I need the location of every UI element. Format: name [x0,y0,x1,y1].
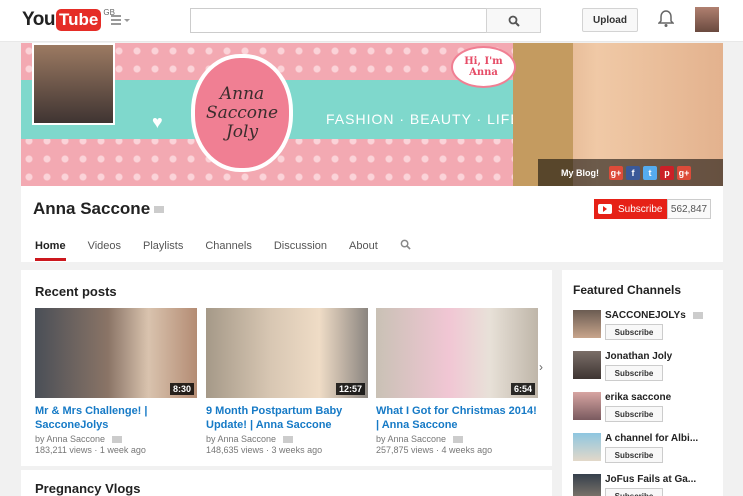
featured-channel[interactable]: A channel for Albi... Subscribe [573,433,723,469]
subscribe-button[interactable]: Subscribe [594,199,667,219]
user-avatar[interactable] [695,7,719,32]
verified-icon [154,206,165,214]
view-count: 257,875 views [376,445,434,455]
recent-posts-section: Recent posts 8:30 Mr & Mrs Challenge! | … [21,270,552,466]
video-meta: 183,211 views · 1 week ago [35,445,146,455]
tab-home[interactable]: Home [35,239,66,261]
facebook-icon[interactable]: f [626,165,640,180]
verified-icon [282,436,293,444]
video-duration: 6:54 [510,383,535,395]
subscribe-button[interactable]: Subscribe [605,365,663,381]
video-author: by Anna Saccone [35,434,197,444]
twitter-icon[interactable]: t [643,165,657,180]
search-input[interactable] [190,8,487,33]
view-count: 148,635 views [206,445,264,455]
video-card[interactable]: 12:57 9 Month Postpartum Baby Update! | … [206,308,368,455]
featured-channel-name[interactable]: Jonathan Joly [605,351,715,362]
video-meta: 148,635 views · 3 weeks ago [206,445,323,455]
featured-channel[interactable]: JoFus Fails at Ga... Subscribe [573,474,723,496]
logo-you: You [22,9,55,30]
pinterest-icon[interactable]: p [660,165,674,180]
channel-banner: ♥ Anna Saccone Joly FASHION · BEAUTY · L… [21,43,723,186]
featured-channel-name[interactable]: A channel for Albi... [605,433,715,444]
search-button[interactable] [486,8,541,33]
video-author: by Anna Saccone [206,434,368,444]
google-plus-icon[interactable]: g+ [609,165,623,180]
channel-avatar[interactable] [32,43,115,125]
channel-thumbnail[interactable] [573,433,601,461]
banner-logo: Anna Saccone Joly [191,54,293,172]
channel-tabs: Home Videos Playlists Channels Discussio… [35,239,411,261]
video-title[interactable]: What I Got for Christmas 2014! | Anna Sa… [376,404,538,432]
channel-name: Anna Saccone [33,199,151,218]
channel-thumbnail[interactable] [573,392,601,420]
tab-channels[interactable]: Channels [205,239,251,261]
verified-icon [452,436,463,444]
youtube-play-icon [598,204,612,214]
featured-channel[interactable]: Jonathan Joly Subscribe [573,351,723,387]
featured-heading: Featured Channels [573,283,682,297]
section-heading: Recent posts [35,284,117,299]
my-blog-link[interactable]: My Blog! [561,168,599,178]
video-thumbnail[interactable]: 12:57 [206,308,368,398]
channel-thumbnail[interactable] [573,474,601,496]
channel-header: ♥ Anna Saccone Joly FASHION · BEAUTY · L… [21,43,723,262]
upload-age: 1 week ago [99,445,146,455]
channel-thumbnail[interactable] [573,351,601,379]
search-icon[interactable] [400,239,411,250]
view-count: 183,211 views [35,445,92,455]
video-author: by Anna Saccone [376,434,538,444]
banner-links: My Blog! g+ f t p g+ [538,159,723,186]
video-card[interactable]: 8:30 Mr & Mrs Challenge! | SacconeJolys … [35,308,197,455]
featured-channel-name[interactable]: erika saccone [605,392,715,403]
featured-channel[interactable]: erika saccone Subscribe [573,392,723,428]
video-thumbnail[interactable]: 8:30 [35,308,197,398]
logo-tube: Tube [55,9,102,31]
verified-icon [692,311,703,319]
subscribe-label: Subscribe [618,203,663,215]
chevron-right-icon[interactable]: › [539,360,543,374]
speech-bubble: Hi, I'm Anna [451,46,516,88]
subscribe-button[interactable]: Subscribe [605,324,663,340]
subscribe-button[interactable]: Subscribe [605,488,663,496]
search-icon [508,15,520,27]
author-name: by Anna Saccone [206,434,277,444]
upload-button[interactable]: Upload [582,8,638,32]
author-name: by Anna Saccone [376,434,447,444]
banner-name: Anna Saccone Joly [205,83,279,142]
channel-thumbnail[interactable] [573,310,601,338]
pregnancy-vlogs-section: Pregnancy Vlogs [21,470,552,496]
guide-menu-icon[interactable] [111,15,130,27]
google-plus-icon[interactable]: g+ [677,165,691,180]
tab-about[interactable]: About [349,239,378,261]
channel-title: Anna Saccone [33,199,165,219]
section-heading: Pregnancy Vlogs [35,481,141,496]
video-duration: 12:57 [335,383,365,395]
heart-icon: ♥ [152,112,163,132]
video-title[interactable]: 9 Month Postpartum Baby Update! | Anna S… [206,404,368,432]
notification-bell-icon[interactable] [658,10,674,28]
youtube-logo[interactable]: You Tube GB [22,8,115,31]
video-thumbnail[interactable]: 6:54 [376,308,538,398]
featured-channel[interactable]: SACCONEJOLYs Subscribe [573,310,723,346]
tab-discussion[interactable]: Discussion [274,239,327,261]
subscriber-count: 562,847 [667,199,711,219]
top-bar: You Tube GB Upload [0,0,743,42]
channel-name: SACCONEJOLYs [605,310,686,321]
upload-age: 4 weeks ago [441,445,493,455]
subscribe-button[interactable]: Subscribe [605,406,663,422]
video-meta: 257,875 views · 4 weeks ago [376,445,493,455]
upload-age: 3 weeks ago [271,445,323,455]
author-name: by Anna Saccone [35,434,106,444]
featured-channel-name[interactable]: SACCONEJOLYs [605,310,715,321]
tab-playlists[interactable]: Playlists [143,239,183,261]
tab-videos[interactable]: Videos [88,239,121,261]
video-title[interactable]: Mr & Mrs Challenge! | SacconeJolys [35,404,197,432]
featured-channel-name[interactable]: JoFus Fails at Ga... [605,474,715,485]
verified-icon [111,436,122,444]
video-duration: 8:30 [169,383,194,395]
subscribe-button[interactable]: Subscribe [605,447,663,463]
video-card[interactable]: 6:54 What I Got for Christmas 2014! | An… [376,308,538,455]
featured-channels-panel: Featured Channels SACCONEJOLYs Subscribe… [562,270,723,496]
